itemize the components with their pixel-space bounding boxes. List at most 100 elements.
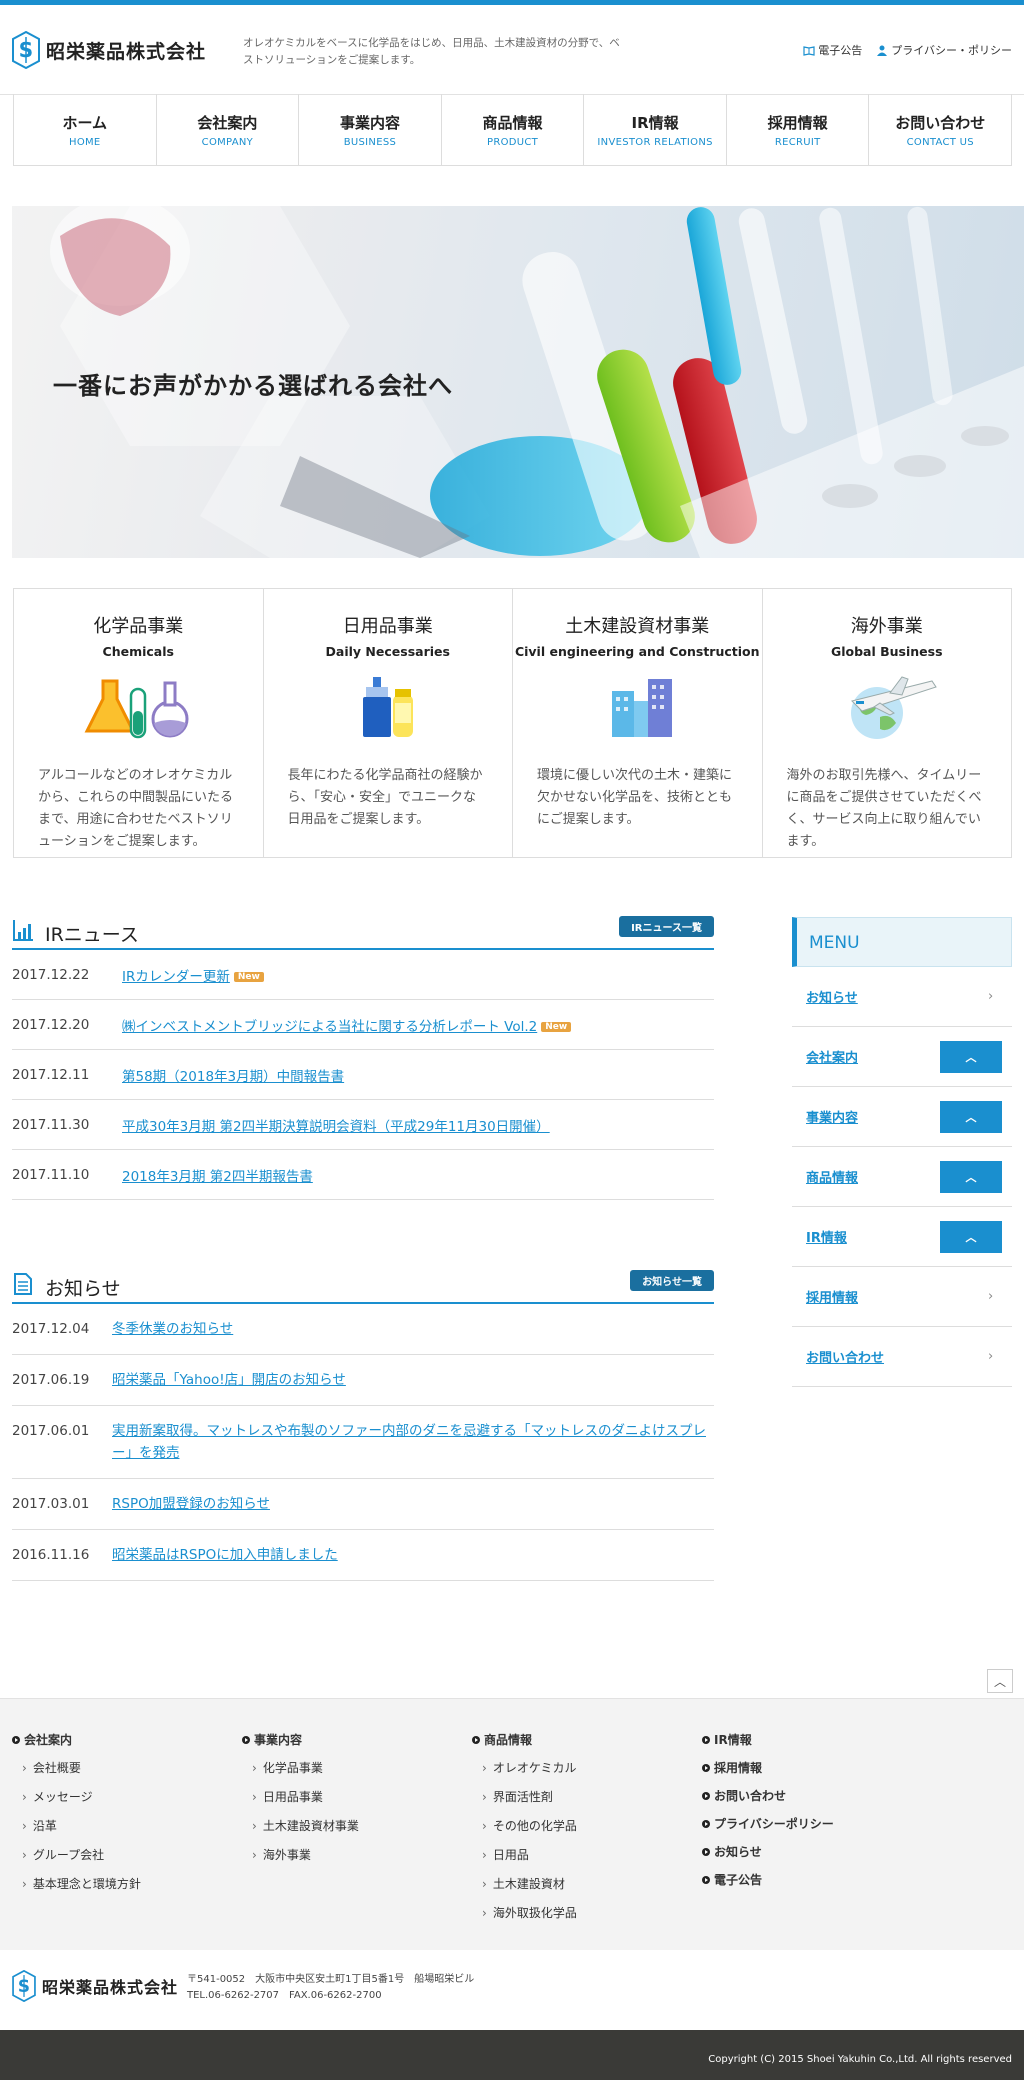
notice-link[interactable]: 実用新案取得。マットレスや布製のソファー内部のダニを忌避する「マットレスのダニよ… xyxy=(112,1420,714,1464)
footer-heading[interactable]: お問い合わせ xyxy=(702,1787,834,1804)
hero-banner: 一番にお声がかかる選ばれる会社へ xyxy=(0,206,1024,558)
chevron-up-icon: ︿ xyxy=(993,1674,1006,1689)
chevron-right-icon: › xyxy=(988,1349,994,1364)
header-links: 電子公告 プライバシー・ポリシー xyxy=(803,42,1012,58)
footer-link[interactable]: 界面活性剤 xyxy=(472,1788,577,1805)
card-chemicals[interactable]: 化学品事業 Chemicals アルコールなどのオレオケミカルから、これらの中間… xyxy=(14,589,264,857)
global-nav: ホーム HOME 会社案内 COMPANY 事業内容 BUSINESS 商品情報 PRO… xyxy=(13,94,1013,166)
ir-news-title: IRニュース xyxy=(45,924,139,946)
arrow-bullet-icon xyxy=(12,1735,20,1744)
notice-link[interactable]: 昭栄薬品はRSPOに加入申請しました xyxy=(112,1544,338,1566)
chevron-right-icon: › xyxy=(988,989,994,1004)
nav-company[interactable]: 会社案内 COMPANY xyxy=(157,94,300,165)
chevron-up-icon: ︿ xyxy=(965,1051,977,1064)
footer-link[interactable]: 海外取扱化学品 xyxy=(472,1904,577,1921)
card-global-business[interactable]: 海外事業 Global Business 海外のお取引先様へ、タイムリーに商品を… xyxy=(763,589,1012,857)
copyright: Copyright (C) 2015 Shoei Yakuhin Co.,Ltd… xyxy=(0,2030,1024,2080)
notice-link[interactable]: 昭栄薬品「Yahoo!店」開店のお知らせ xyxy=(112,1369,346,1391)
footer-link[interactable]: 会社概要 xyxy=(12,1759,141,1776)
footer-link[interactable]: 土木建設資材事業 xyxy=(242,1817,359,1834)
nav-business[interactable]: 事業内容 BUSINESS xyxy=(299,94,442,165)
card-daily-necessaries[interactable]: 日用品事業 Daily Necessaries 長年にわたる化学品商社の経験から… xyxy=(264,589,513,857)
footer-link[interactable]: 日用品 xyxy=(472,1846,577,1863)
ir-news-link[interactable]: 平成30年3月期 第2四半期決算説明会資料（平成29年11月30日開催） xyxy=(122,1115,550,1135)
footer-link[interactable]: 土木建設資材 xyxy=(472,1875,577,1892)
list-item: 2017.12.22 IRカレンダー更新 New xyxy=(12,950,714,1000)
site-header: S 昭栄薬品株式会社 オレオケミカルをベースに化学品をはじめ、日用品、土木建設資… xyxy=(0,5,1024,95)
sidebar-item-contact[interactable]: お問い合わせ › xyxy=(792,1327,1012,1387)
person-icon xyxy=(877,45,888,56)
expand-toggle-button[interactable]: ︿ xyxy=(940,1161,1002,1193)
list-item: 2017.12.11 第58期（2018年3月期）中間報告書 xyxy=(12,1050,714,1100)
footer-col-company: 会社案内 会社概要 メッセージ 沿革 グループ会社 基本理念と環境方針 xyxy=(12,1731,141,1904)
footer-heading[interactable]: プライバシーポリシー xyxy=(702,1815,834,1832)
footer-heading[interactable]: IR情報 xyxy=(702,1731,834,1748)
notices-list-button[interactable]: お知らせ一覧 xyxy=(630,1270,714,1291)
footer-heading[interactable]: 会社案内 xyxy=(12,1731,141,1748)
chevron-up-icon: ︿ xyxy=(965,1231,977,1244)
footer-link[interactable]: その他の化学品 xyxy=(472,1817,577,1834)
arrow-bullet-icon xyxy=(472,1735,480,1744)
footer-address: 〒541-0052 大阪市中央区安土町1丁目5番1号 船場昭栄ビル TEL.06… xyxy=(187,1974,475,2001)
footer-link[interactable]: 化学品事業 xyxy=(242,1759,359,1776)
footer-link[interactable]: 沿革 xyxy=(12,1817,141,1834)
nav-contact[interactable]: お問い合わせ CONTACT US xyxy=(869,94,1013,165)
ir-news-link[interactable]: 第58期（2018年3月期）中間報告書 xyxy=(122,1065,344,1085)
footer-link[interactable]: グループ会社 xyxy=(12,1846,141,1863)
ir-news-link[interactable]: ㈱インベストメントブリッジによる当社に関する分析レポート Vol.2 xyxy=(122,1019,537,1035)
document-icon xyxy=(14,1273,32,1295)
nav-home[interactable]: ホーム HOME xyxy=(14,94,157,165)
ir-news-link[interactable]: 2018年3月期 第2四半期報告書 xyxy=(122,1165,313,1185)
sidebar-item-business[interactable]: 事業内容 ︿ xyxy=(792,1087,1012,1147)
card-civil-engineering[interactable]: 土木建設資材事業 Civil engineering and Construct… xyxy=(513,589,763,857)
ir-news-link[interactable]: IRカレンダー更新 xyxy=(122,969,230,985)
company-logo[interactable]: S 昭栄薬品株式会社 xyxy=(12,31,206,69)
expand-toggle-button[interactable]: ︿ xyxy=(940,1041,1002,1073)
chevron-up-icon: ︿ xyxy=(965,1171,977,1184)
nav-recruit[interactable]: 採用情報 RECRUIT xyxy=(727,94,870,165)
list-item: 2017.12.20 ㈱インベストメントブリッジによる当社に関する分析レポート V… xyxy=(12,1000,714,1050)
chart-icon xyxy=(13,920,33,941)
notice-link[interactable]: RSPO加盟登録のお知らせ xyxy=(112,1493,270,1515)
list-item: 2017.06.01 実用新案取得。マットレスや布製のソファー内部のダニを忌避する… xyxy=(12,1406,714,1479)
footer-heading[interactable]: 商品情報 xyxy=(472,1731,577,1748)
nav-product[interactable]: 商品情報 PRODUCT xyxy=(442,94,585,165)
arrow-bullet-icon xyxy=(242,1735,250,1744)
arrow-bullet-icon xyxy=(702,1763,710,1772)
footer-link[interactable]: オレオケミカル xyxy=(472,1759,577,1776)
airplane-globe-icon xyxy=(850,676,937,739)
sidebar-item-notices[interactable]: お知らせ › xyxy=(792,967,1012,1027)
expand-toggle-button[interactable]: ︿ xyxy=(940,1101,1002,1133)
footer-heading[interactable]: 電子公告 xyxy=(702,1871,834,1888)
footer-link[interactable]: メッセージ xyxy=(12,1788,141,1805)
footer-heading[interactable]: 採用情報 xyxy=(702,1759,834,1776)
new-badge: New xyxy=(233,971,264,982)
sidebar-title: MENU xyxy=(792,917,1012,967)
ir-news-list-button[interactable]: IRニュース一覧 xyxy=(619,916,714,937)
sidebar-item-recruit[interactable]: 採用情報 › xyxy=(792,1267,1012,1327)
footer-link[interactable]: 基本理念と環境方針 xyxy=(12,1875,141,1892)
nav-ir[interactable]: IR情報 INVESTOR RELATIONS xyxy=(584,94,727,165)
notices-header: お知らせ お知らせ一覧 xyxy=(12,1264,714,1304)
footer-heading[interactable]: 事業内容 xyxy=(242,1731,359,1748)
header-link-koukoku[interactable]: 電子公告 xyxy=(803,42,862,58)
footer-heading[interactable]: お知らせ xyxy=(702,1843,834,1860)
footer-logo[interactable]: S 昭栄薬品株式会社 xyxy=(12,1970,178,2002)
sidebar-item-ir[interactable]: IR情報 ︿ xyxy=(792,1207,1012,1267)
ir-news-section: IRニュース IRニュース一覧 2017.12.22 IRカレンダー更新 New 2… xyxy=(12,910,714,1200)
footer-link[interactable]: 海外事業 xyxy=(242,1846,359,1863)
notice-link[interactable]: 冬季休業のお知らせ xyxy=(112,1318,233,1340)
arrow-bullet-icon xyxy=(702,1847,710,1856)
arrow-bullet-icon xyxy=(702,1791,710,1800)
page-top-button[interactable]: ︿ xyxy=(987,1669,1013,1693)
list-item: 2017.06.19 昭栄薬品「Yahoo!店」開店のお知らせ xyxy=(12,1355,714,1406)
hero-headline: 一番にお声がかかる選ばれる会社へ xyxy=(53,372,453,400)
header-link-privacy[interactable]: プライバシー・ポリシー xyxy=(876,42,1012,58)
sidebar-item-product[interactable]: 商品情報 ︿ xyxy=(792,1147,1012,1207)
sidebar-item-company[interactable]: 会社案内 ︿ xyxy=(792,1027,1012,1087)
tagline: オレオケミカルをベースに化学品をはじめ、日用品、土木建設資材の分野で、ベストソリ… xyxy=(243,37,620,66)
list-item: 2017.03.01 RSPO加盟登録のお知らせ xyxy=(12,1479,714,1530)
footer-link[interactable]: 日用品事業 xyxy=(242,1788,359,1805)
ir-news-header: IRニュース IRニュース一覧 xyxy=(12,910,714,950)
expand-toggle-button[interactable]: ︿ xyxy=(940,1221,1002,1253)
